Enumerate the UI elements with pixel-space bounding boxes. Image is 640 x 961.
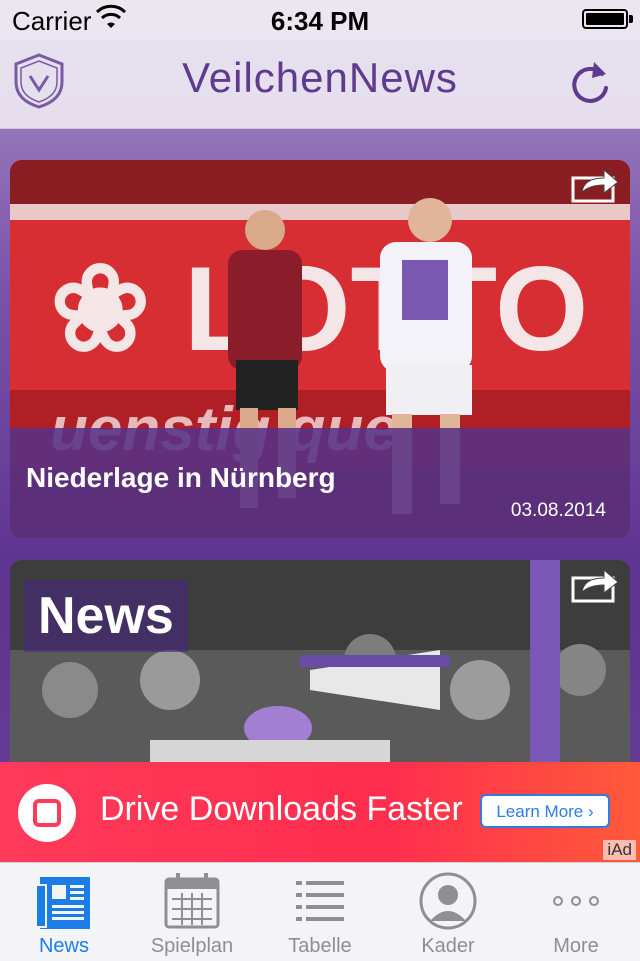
tab-bar: News Spielplan Tabelle Kader More [0,862,640,961]
article-card[interactable]: ❀ LOTTO uenstig que Niederlage in Nürnbe… [10,160,630,538]
tab-spielplan[interactable]: Spielplan [128,863,256,961]
tab-kader[interactable]: Kader [384,863,512,961]
refresh-icon[interactable] [568,58,612,106]
svg-text:❀ LOTTO: ❀ LOTTO [50,242,588,376]
tab-label: More [553,935,599,957]
iad-label: iAd [603,840,636,860]
ad-headline: Drive Downloads Faster [100,790,463,828]
article-date: 03.08.2014 [510,500,606,521]
ad-banner[interactable]: Drive Downloads Faster Learn More › iAd [0,762,640,862]
learn-more-label: Learn More [496,802,584,821]
ad-logo-icon [18,784,76,842]
newspaper-icon [35,877,90,929]
tab-more[interactable]: More [512,863,640,961]
calendar-icon [164,873,220,929]
more-icon [553,896,599,906]
article-card[interactable]: News [10,560,630,770]
battery-icon [582,9,628,29]
tab-tabelle[interactable]: Tabelle [256,863,384,961]
tab-news[interactable]: News [0,863,128,961]
navigation-bar: VeilchenNews [0,40,640,129]
status-bar: Carrier 6:34 PM [0,0,640,40]
person-icon [419,872,477,930]
app-title: VeilchenNews [182,54,458,101]
news-stamp-label: News [24,580,188,652]
article-caption: Niederlage in Nürnberg 03.08.2014 [10,428,630,538]
share-icon[interactable] [570,566,620,604]
chevron-right-icon: › [588,802,594,821]
list-icon [296,881,344,921]
share-icon[interactable] [570,166,620,204]
tab-label: Kader [421,935,475,957]
article-headline: Niederlage in Nürnberg [26,462,336,493]
tab-label: Spielplan [150,935,234,957]
tab-label: News [38,935,89,957]
clock: 6:34 PM [270,6,370,36]
learn-more-button[interactable]: Learn More › [480,794,610,828]
tab-label: Tabelle [288,935,352,957]
